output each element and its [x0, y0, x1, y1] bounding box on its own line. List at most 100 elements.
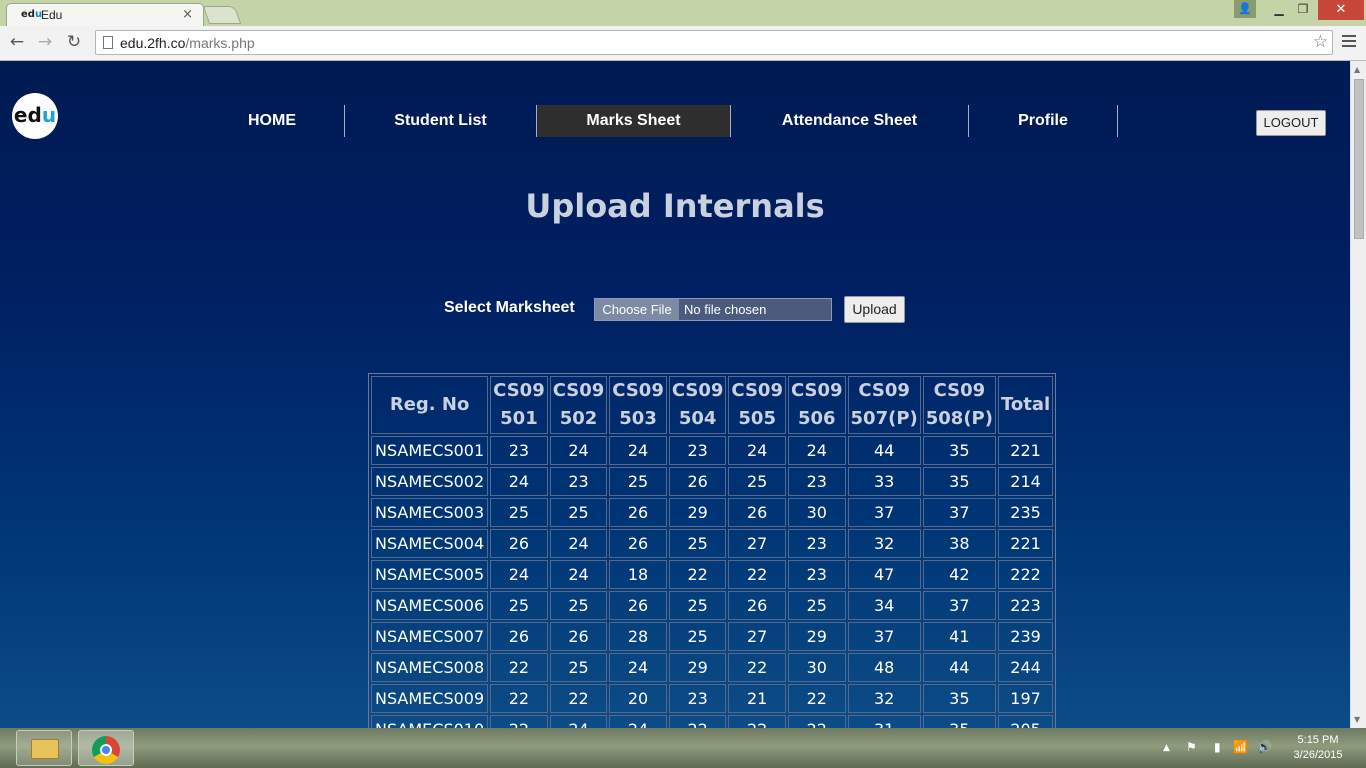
mark-cell: 32	[847, 684, 921, 713]
tab-close-icon[interactable]: ×	[182, 7, 193, 22]
back-button[interactable]: ←	[6, 32, 28, 52]
header-line: CS09	[933, 380, 986, 401]
file-explorer-taskbar-button[interactable]	[16, 730, 72, 766]
mark-cell: 26	[668, 467, 727, 496]
reload-button[interactable]: ↻	[63, 32, 85, 52]
mark-cell: 24	[609, 436, 667, 465]
scroll-down-icon[interactable]: ▼	[1354, 715, 1360, 724]
battery-icon[interactable]: ▮	[1214, 740, 1221, 754]
total-cell: 205	[997, 715, 1054, 728]
mark-cell: 35	[922, 684, 996, 713]
nav-student-list[interactable]: Student List	[345, 105, 536, 137]
new-tab-button[interactable]	[202, 6, 242, 24]
page-title: Upload Internals	[525, 187, 825, 225]
mark-cell: 24	[609, 653, 667, 682]
logout-button[interactable]: LOGOUT	[1256, 110, 1326, 136]
browser-menu-icon[interactable]	[1342, 35, 1356, 50]
table-body: NSAMECS001 23 24 24 23 24 24 44 35 221 NSAMECS002 2…	[371, 436, 1054, 728]
mark-cell: 25	[490, 498, 548, 527]
mark-cell: 22	[728, 560, 786, 589]
table-row: NSAMECS009 22 22 20 23 21 22 32 35 197	[371, 684, 1054, 713]
minimize-button[interactable]: ▁	[1266, 0, 1292, 18]
mark-cell: 23	[787, 560, 846, 589]
choose-file-button[interactable]: Choose File	[595, 299, 679, 320]
table-row: NSAMECS0102224242222223135205	[371, 715, 1054, 728]
chrome-taskbar-button[interactable]	[78, 730, 134, 766]
maximize-button[interactable]: ❐	[1290, 0, 1316, 18]
window-close-button[interactable]: ✕	[1318, 0, 1364, 20]
tray-overflow-icon[interactable]: ▲	[1163, 743, 1170, 753]
nav-attendance-sheet[interactable]: Attendance Sheet	[731, 105, 968, 137]
mark-cell: 25	[787, 591, 846, 620]
total-cell: 222	[997, 560, 1054, 589]
mark-cell: 37	[922, 498, 996, 527]
mark-cell: 37	[922, 591, 996, 620]
nav-home[interactable]: HOME	[200, 105, 344, 137]
upload-button[interactable]: Upload	[844, 296, 905, 323]
mark-cell: 25	[609, 467, 667, 496]
favicon-icon: edu	[21, 9, 43, 20]
mark-cell: 35	[922, 467, 996, 496]
header-line: 505	[738, 408, 776, 429]
header-line: 504	[678, 408, 717, 429]
mark-cell: 23	[787, 529, 846, 558]
tab-title: Edu	[41, 8, 63, 22]
mark-cell: 24	[490, 467, 548, 496]
header-subject: CS09 504	[668, 376, 727, 434]
scroll-up-icon[interactable]: ▲	[1354, 65, 1360, 74]
header-line: CS09	[552, 380, 605, 401]
system-clock[interactable]: 5:15 PM 3/26/2015	[1282, 733, 1354, 763]
url-domain: edu.2fh.co	[120, 35, 186, 51]
mark-cell: 28	[609, 622, 667, 651]
mark-cell: 23	[787, 467, 846, 496]
url-text[interactable]: edu.2fh.co/marks.php	[120, 35, 255, 51]
marksheet-file-input[interactable]: Choose File No file chosen	[594, 298, 832, 321]
mark-cell: 26	[609, 529, 667, 558]
nav-profile[interactable]: Profile	[969, 105, 1117, 137]
mark-cell: 22	[490, 653, 548, 682]
nav-marks-sheet[interactable]: Marks Sheet	[537, 105, 730, 137]
forward-button[interactable]: →	[34, 32, 56, 52]
scroll-thumb[interactable]	[1354, 79, 1364, 239]
header-subject: CS09 501	[490, 376, 548, 434]
header-subject: CS09 508(P)	[922, 376, 996, 434]
network-flag-icon[interactable]: ⚑	[1186, 740, 1197, 754]
address-bar[interactable]: edu.2fh.co/marks.php ☆	[95, 30, 1333, 55]
mark-cell: 22	[728, 715, 786, 728]
mark-cell: 25	[549, 591, 608, 620]
signal-icon[interactable]: 📶	[1233, 740, 1248, 754]
reg-no-cell: NSAMECS001	[371, 436, 489, 465]
total-cell: 239	[997, 622, 1054, 651]
header-subject: CS09 505	[728, 376, 786, 434]
mark-cell: 22	[490, 684, 548, 713]
header-line: CS09	[612, 380, 664, 401]
header-subject: CS09 507(P)	[847, 376, 921, 434]
mark-cell: 25	[490, 591, 548, 620]
mark-cell: 26	[490, 529, 548, 558]
mark-cell: 42	[922, 560, 996, 589]
user-profile-icon[interactable]: 👤	[1234, 0, 1256, 18]
reg-no-cell: NSAMECS005	[371, 560, 489, 589]
total-cell: 197	[997, 684, 1054, 713]
table-row: NSAMECS006 25 25 26 25 26 25 34 37 223	[371, 591, 1054, 620]
bookmark-star-icon[interactable]: ☆	[1313, 32, 1328, 52]
browser-tab[interactable]: edu Edu ×	[6, 3, 204, 26]
header-line: Total	[1000, 394, 1051, 415]
header-line: CS09	[858, 380, 910, 401]
mark-cell: 34	[847, 591, 921, 620]
mark-cell: 22	[728, 653, 786, 682]
site-logo[interactable]: edu	[12, 93, 58, 139]
mark-cell: 24	[787, 436, 846, 465]
vertical-scrollbar[interactable]: ▲ ▼	[1350, 61, 1366, 728]
mark-cell: 32	[847, 529, 921, 558]
mark-cell: 35	[922, 715, 996, 728]
select-marksheet-label: Select Marksheet	[444, 299, 575, 316]
mark-cell: 26	[728, 591, 786, 620]
mark-cell: 23	[549, 467, 608, 496]
header-line: 506	[797, 408, 836, 429]
clock-date: 3/26/2015	[1293, 749, 1343, 761]
volume-icon[interactable]: 🔊	[1257, 740, 1272, 754]
mark-cell: 25	[668, 591, 727, 620]
logo-text-b: u	[41, 103, 57, 127]
reg-no-cell: NSAMECS010	[371, 715, 489, 728]
